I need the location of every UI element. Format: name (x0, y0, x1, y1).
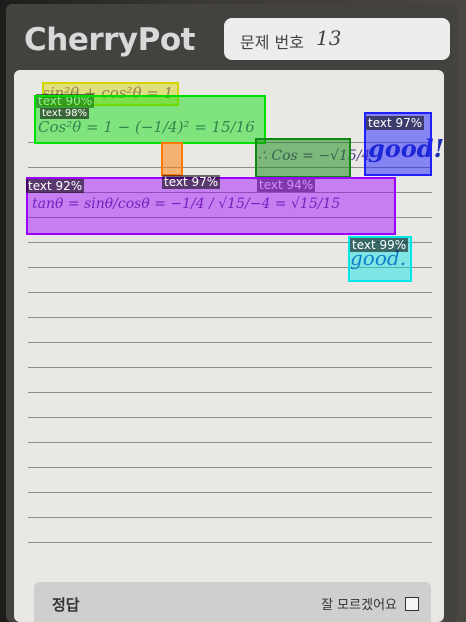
answer-bar: 정답 잘 모르겠어요 (34, 582, 431, 622)
detection-label: text 97% (162, 175, 221, 189)
unsure-toggle[interactable]: 잘 모르겠어요 (321, 594, 419, 613)
detection-label: text 98% (40, 108, 90, 119)
unsure-label: 잘 모르겠어요 (321, 598, 397, 613)
brand-logo: CherryPot (24, 22, 195, 58)
detection-box (161, 142, 183, 176)
question-number-value: 13 (316, 26, 342, 50)
detection-box: text 98% (34, 95, 266, 144)
detection-label: text 99% (350, 238, 409, 252)
unsure-checkbox[interactable] (405, 596, 419, 611)
detection-box: text 99% (348, 236, 412, 282)
detection-box: text 94% (255, 138, 351, 192)
detection-label: text 97% (366, 116, 425, 130)
answer-label: 정답 (52, 596, 80, 614)
question-number-label: 문제 번호 (240, 33, 304, 52)
detection-box: text 97% (364, 112, 432, 176)
detection-label: text 92% (26, 179, 85, 193)
question-number-box: 문제 번호 13 (224, 18, 450, 60)
detection-box: text 92% text 97% (26, 175, 396, 235)
